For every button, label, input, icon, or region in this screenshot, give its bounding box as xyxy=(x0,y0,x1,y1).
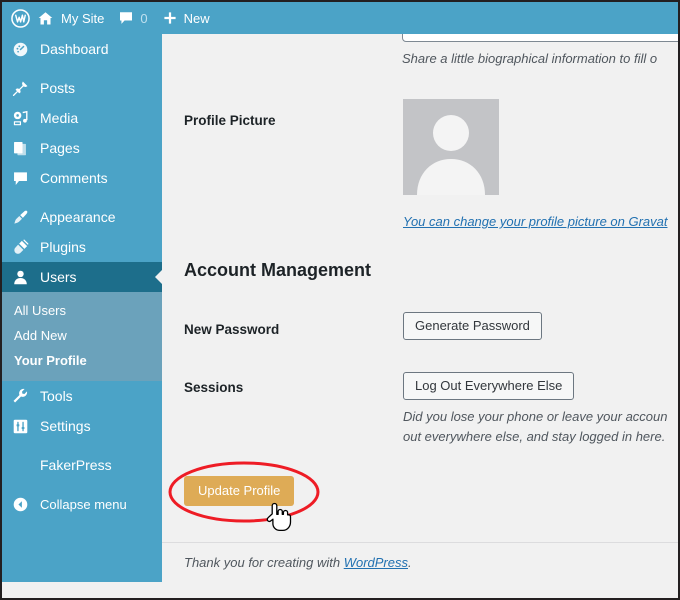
comment-bubble-icon xyxy=(118,10,134,26)
browser-screenshot-frame: My Site 0 New Dashboard Posts Media Page… xyxy=(0,0,680,600)
new-content-menu[interactable]: New xyxy=(162,2,210,34)
default-avatar-icon xyxy=(417,115,485,195)
biographical-info-textarea[interactable] xyxy=(402,34,678,42)
sidebar-item-label: Settings xyxy=(40,418,91,434)
wordpress-logo-icon xyxy=(11,8,30,28)
sidebar-subitem-all-users[interactable]: All Users xyxy=(2,298,162,323)
chevron-left-circle-icon xyxy=(12,496,34,513)
admin-bar: My Site 0 New xyxy=(2,2,678,34)
page-bottom-strip xyxy=(2,582,678,598)
users-submenu: All Users Add New Your Profile xyxy=(2,292,162,381)
sidebar-item-comments[interactable]: Comments xyxy=(2,163,162,193)
gravatar-link[interactable]: You can change your profile picture on G… xyxy=(403,214,668,229)
comments-menu[interactable]: 0 xyxy=(118,2,161,34)
menu-separator xyxy=(2,480,162,489)
current-menu-arrow xyxy=(155,269,163,285)
sidebar-subitem-add-new[interactable]: Add New xyxy=(2,323,162,348)
collapse-menu-label: Collapse menu xyxy=(40,496,127,512)
menu-separator xyxy=(2,193,162,202)
paintbrush-icon xyxy=(12,209,34,226)
sidebar-item-label: Tools xyxy=(40,388,73,404)
settings-sliders-icon xyxy=(12,418,34,435)
sidebar-item-plugins[interactable]: Plugins xyxy=(2,232,162,262)
footer-credit-suffix: . xyxy=(408,555,412,570)
sessions-description-line2: out everywhere else, and stay logged in … xyxy=(403,429,666,444)
sidebar-item-label: Users xyxy=(40,269,77,285)
media-icon xyxy=(12,110,34,127)
pointing-hand-cursor xyxy=(266,502,292,532)
admin-sidebar: Dashboard Posts Media Pages Comments App… xyxy=(2,34,163,582)
submenu-label: All Users xyxy=(14,303,67,318)
home-icon xyxy=(37,10,54,27)
plug-icon xyxy=(12,239,34,256)
sidebar-item-label: FakerPress xyxy=(40,457,112,473)
footer-credit: Thank you for creating with WordPress. xyxy=(184,555,412,570)
sidebar-item-tools[interactable]: Tools xyxy=(2,381,162,411)
sidebar-item-media[interactable]: Media xyxy=(2,103,162,133)
wordpress-logo-button[interactable] xyxy=(2,2,37,34)
footer-credit-prefix: Thank you for creating with xyxy=(184,555,344,570)
sidebar-item-pages[interactable]: Pages xyxy=(2,133,162,163)
sessions-description-line1: Did you lose your phone or leave your ac… xyxy=(403,409,668,424)
biographical-info-description: Share a little biographical information … xyxy=(402,51,658,66)
my-site-menu[interactable]: My Site xyxy=(37,2,118,34)
collapse-menu-button[interactable]: Collapse menu xyxy=(2,489,162,519)
submenu-label: Your Profile xyxy=(14,353,87,368)
my-site-label: My Site xyxy=(61,10,105,26)
profile-picture-label: Profile Picture xyxy=(184,113,276,128)
sidebar-item-fakerpress[interactable]: FakerPress xyxy=(2,450,162,480)
plus-icon xyxy=(162,10,178,26)
log-out-everywhere-else-button[interactable]: Log Out Everywhere Else xyxy=(403,372,575,400)
sidebar-item-users[interactable]: Users xyxy=(2,262,163,292)
sidebar-item-label: Appearance xyxy=(40,209,116,225)
sidebar-item-settings[interactable]: Settings xyxy=(2,411,162,441)
profile-content-area: Share a little biographical information … xyxy=(162,34,678,582)
sidebar-subitem-your-profile[interactable]: Your Profile xyxy=(2,348,162,373)
new-password-label: New Password xyxy=(184,322,280,337)
new-label: New xyxy=(183,10,210,26)
sidebar-item-appearance[interactable]: Appearance xyxy=(2,202,162,232)
user-icon xyxy=(12,269,34,286)
submenu-label: Add New xyxy=(14,328,67,343)
menu-separator xyxy=(2,441,162,450)
sidebar-item-label: Plugins xyxy=(40,239,86,255)
update-profile-button[interactable]: Update Profile xyxy=(184,476,295,506)
menu-separator xyxy=(2,64,162,73)
sidebar-item-label: Pages xyxy=(40,140,80,156)
wrench-icon xyxy=(12,388,34,405)
sidebar-item-dashboard[interactable]: Dashboard xyxy=(2,34,162,64)
wordpress-link[interactable]: WordPress xyxy=(344,555,408,570)
sidebar-item-label: Dashboard xyxy=(40,41,109,57)
comment-bubble-icon xyxy=(12,170,34,187)
pages-icon xyxy=(12,140,34,157)
sidebar-item-posts[interactable]: Posts xyxy=(2,73,162,103)
generate-password-button[interactable]: Generate Password xyxy=(403,312,542,340)
sidebar-item-label: Posts xyxy=(40,80,76,96)
pushpin-icon xyxy=(12,80,34,97)
sidebar-item-label: Comments xyxy=(40,170,108,186)
comments-count: 0 xyxy=(140,10,148,26)
dashboard-gauge-icon xyxy=(12,41,34,58)
sessions-label: Sessions xyxy=(184,380,244,395)
account-management-heading: Account Management xyxy=(184,260,372,280)
avatar xyxy=(403,99,499,195)
sidebar-item-label: Media xyxy=(40,110,79,126)
footer-divider xyxy=(162,542,678,543)
